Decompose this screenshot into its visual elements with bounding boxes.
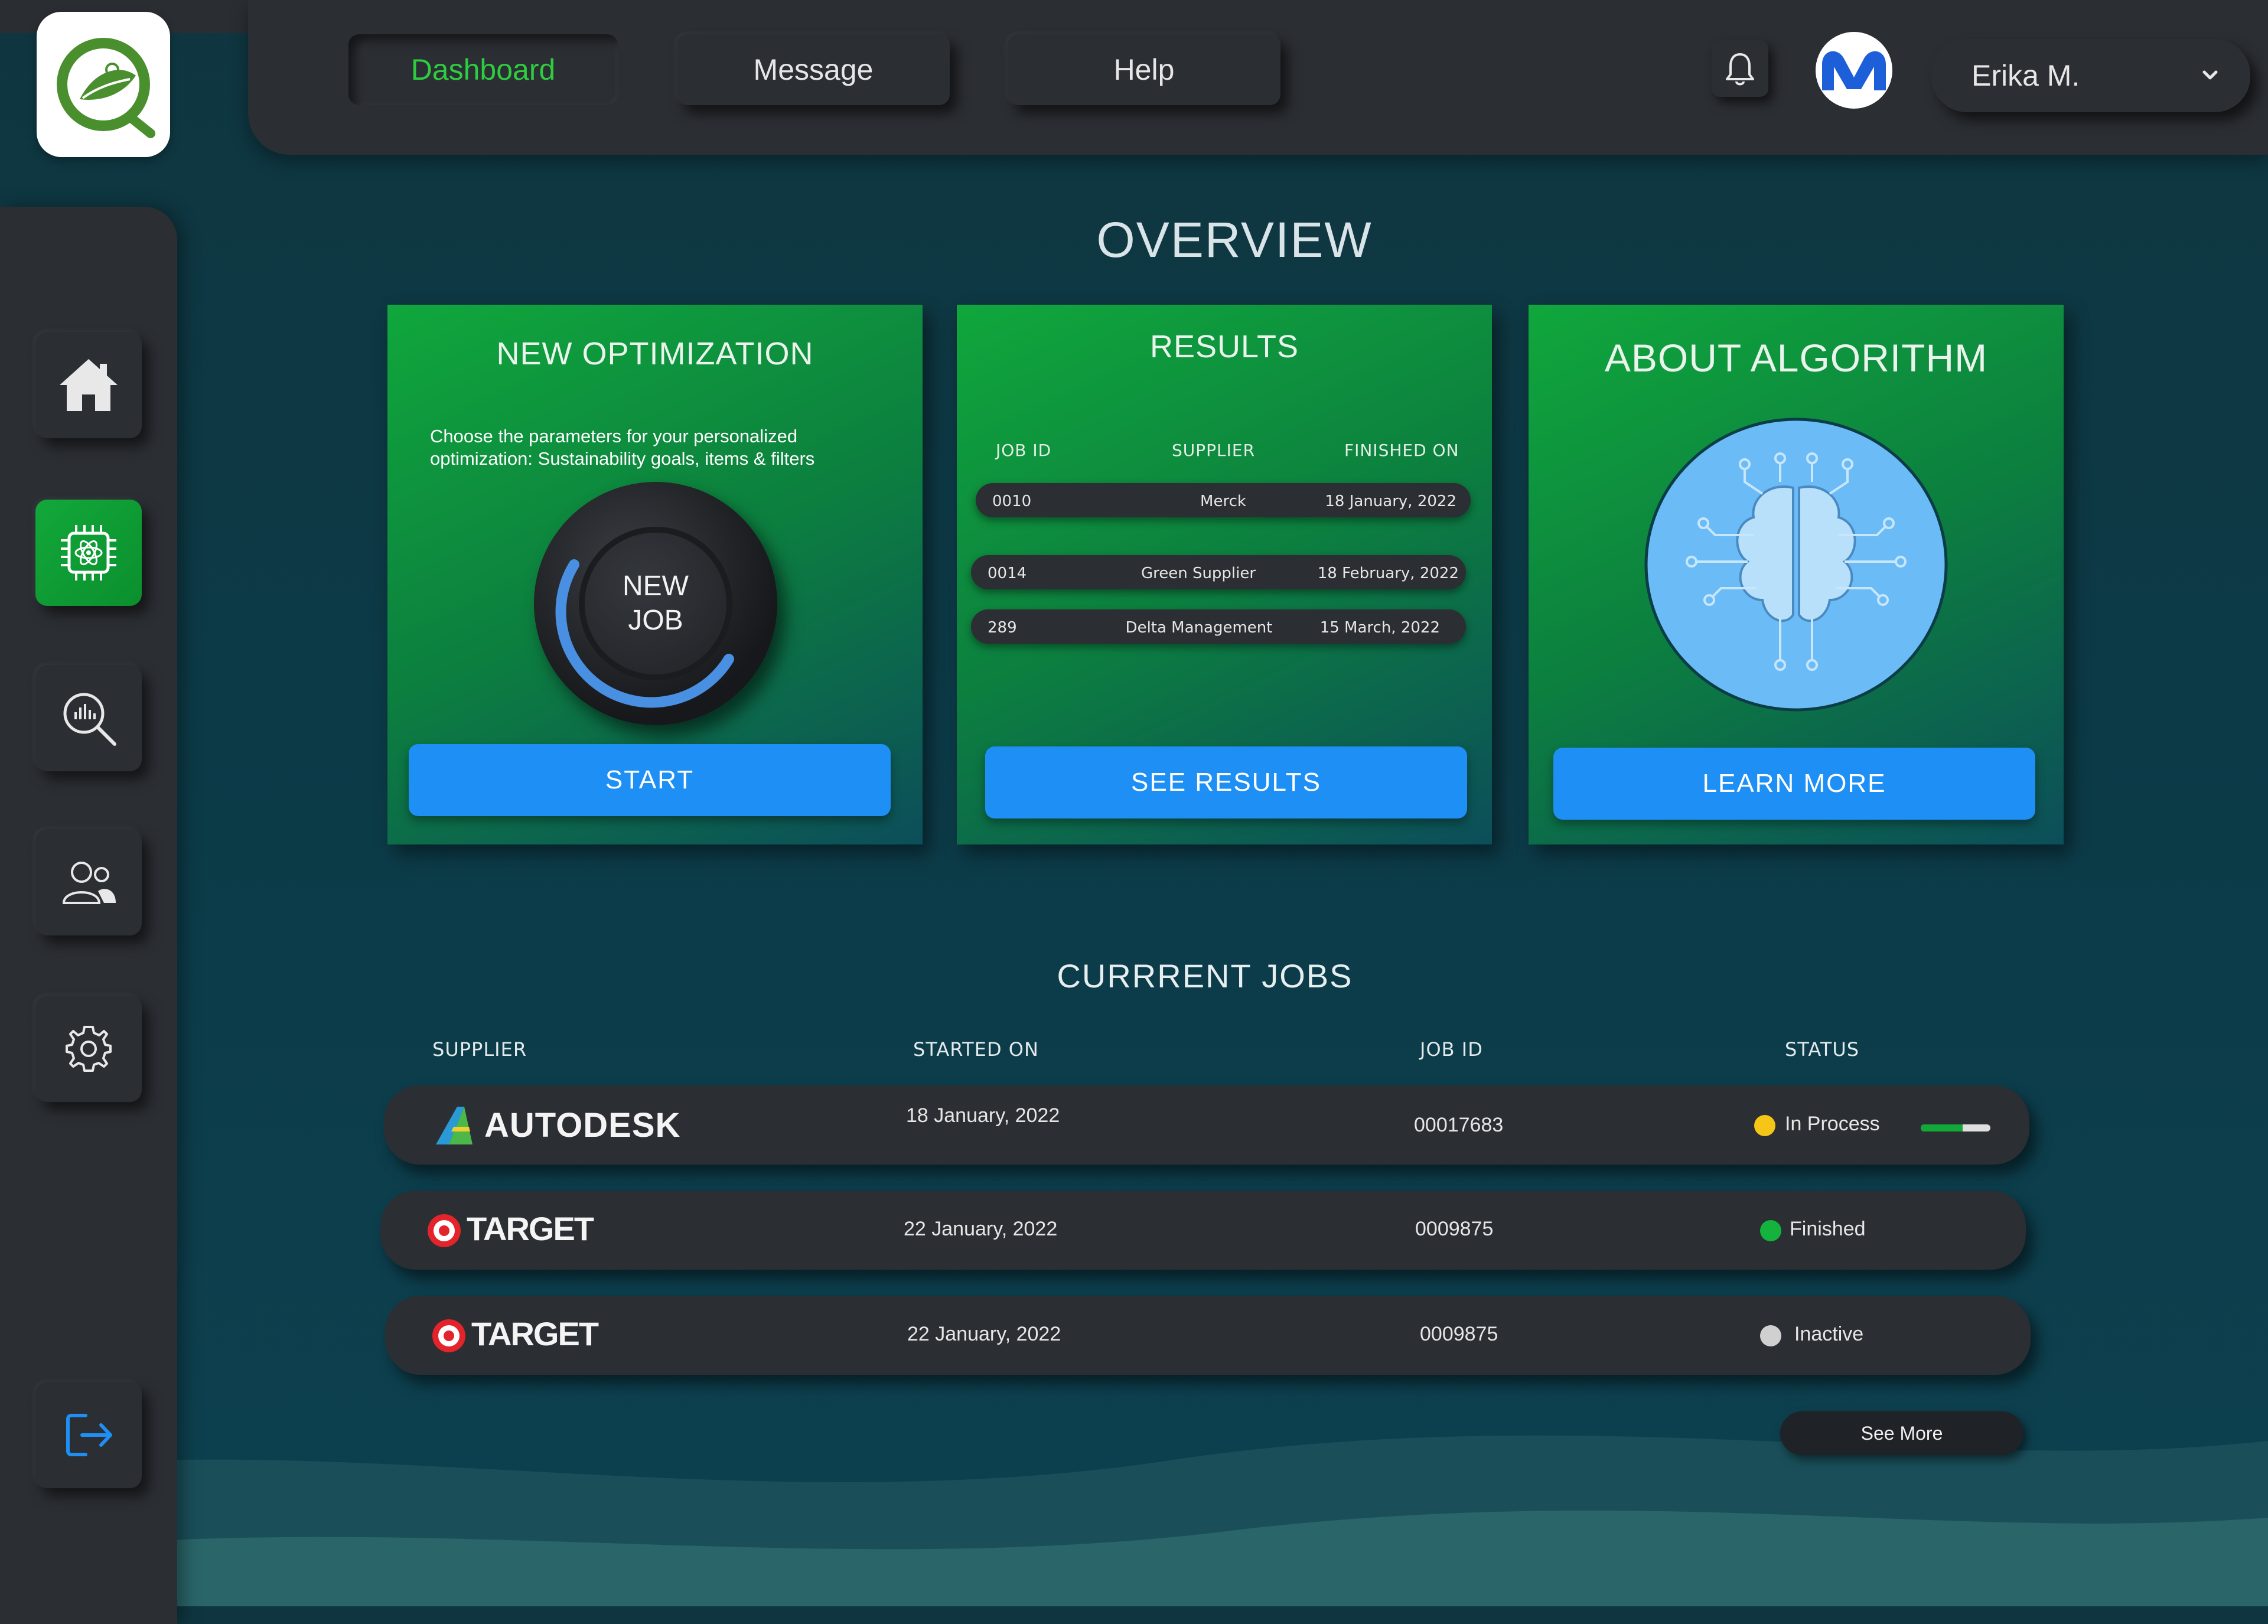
results-col-finished: FINISHED ON	[1344, 441, 1459, 460]
table-row[interactable]: TARGET 22 January, 2022 0009875 Inactive	[385, 1296, 2031, 1375]
sidebar-item-home[interactable]	[35, 332, 142, 438]
status-label: Finished	[1790, 1218, 1866, 1240]
sidebar-item-analytics[interactable]	[35, 665, 142, 771]
card-title: RESULTS	[1149, 329, 1299, 364]
results-col-supplier: SUPPLIER	[1172, 441, 1256, 460]
users-icon	[62, 862, 116, 904]
jobs-col-status: STATUS	[1785, 1038, 1860, 1061]
leaf-q-logo-icon	[57, 38, 155, 138]
m-logo	[1822, 51, 1886, 90]
tab-help[interactable]: Help	[1008, 34, 1280, 105]
card-title: NEW OPTIMIZATION	[496, 336, 814, 371]
progress-bar	[1921, 1124, 1990, 1131]
user-menu[interactable]: Erika M.	[1931, 39, 2250, 112]
card-description: Choose the parameters for your personali…	[430, 426, 815, 469]
avatar[interactable]	[1816, 32, 1892, 109]
started-on: 22 January, 2022	[907, 1323, 1061, 1345]
brain-circuit-icon	[1644, 418, 1948, 712]
started-on: 18 January, 2022	[906, 1104, 1060, 1127]
dial-label-line1: NEW	[623, 570, 689, 602]
job-id: 00017683	[1414, 1114, 1504, 1136]
progress-fill	[1921, 1124, 1963, 1131]
job-id: 0009875	[1415, 1218, 1494, 1240]
bell-icon	[1726, 53, 1754, 86]
sidebar-item-optimization[interactable]	[35, 500, 142, 606]
jobs-col-started: STARTED ON	[913, 1038, 1039, 1061]
ai-chip-icon	[61, 525, 116, 581]
supplier-name: AUTODESK	[484, 1106, 681, 1144]
results-row[interactable]: 0010 Merck 18 January, 2022	[976, 483, 1471, 517]
status-label: Inactive	[1794, 1323, 1864, 1345]
started-on: 22 January, 2022	[904, 1218, 1058, 1240]
logout-button[interactable]	[35, 1382, 142, 1488]
results-row[interactable]: 289 Delta Management 15 March, 2022	[971, 609, 1466, 644]
tab-message[interactable]: Message	[677, 34, 950, 105]
learn-more-button[interactable]: LEARN MORE	[1553, 748, 2035, 820]
jobs-col-jobid: JOB ID	[1420, 1038, 1483, 1061]
new-optimization-card: NEW OPTIMIZATION Choose the parameters f…	[387, 305, 923, 844]
tab-dashboard[interactable]: Dashboard	[348, 34, 618, 105]
job-id: 0009875	[1420, 1323, 1498, 1345]
gear-icon	[66, 1026, 112, 1072]
table-row[interactable]: AUTODESK 18 January, 2022 00017683 In Pr…	[384, 1085, 2029, 1165]
card-title: ABOUT ALGORITHM	[1604, 336, 1988, 380]
supplier-name: TARGET	[467, 1210, 594, 1247]
sidebar-item-settings[interactable]	[35, 996, 142, 1102]
autodesk-logo	[436, 1107, 472, 1144]
app-logo[interactable]	[37, 12, 170, 157]
section-title: CURRRENT JOBS	[1057, 957, 1353, 994]
about-algorithm-card: ABOUT ALGORITHM LEARN MORE	[1529, 305, 2064, 844]
results-card: RESULTS JOB ID SUPPLIER FINISHED ON 0010…	[957, 305, 1492, 844]
chevron-down-icon	[2202, 70, 2218, 80]
see-more-button[interactable]: See More	[1780, 1411, 2023, 1455]
supplier-name: TARGET	[471, 1315, 599, 1352]
table-row[interactable]: TARGET 22 January, 2022 0009875 Finished	[380, 1191, 2026, 1270]
jobs-col-supplier: SUPPLIER	[432, 1038, 527, 1061]
sidebar-item-users[interactable]	[35, 829, 142, 935]
new-job-dial[interactable]: NEW JOB	[534, 482, 777, 725]
target-logo-icon	[428, 1214, 461, 1247]
notifications-button[interactable]	[1712, 40, 1768, 97]
results-row[interactable]: 0014 Green Supplier 18 February, 2022	[971, 555, 1466, 589]
analytics-search-icon	[63, 693, 116, 746]
status-label: In Process	[1785, 1113, 1880, 1135]
logout-icon	[66, 1414, 112, 1456]
status-dot	[1760, 1220, 1781, 1241]
page-title: OVERVIEW	[1096, 212, 1373, 268]
status-dot	[1760, 1325, 1781, 1346]
results-col-jobid: JOB ID	[996, 441, 1052, 460]
dial-label-line2: JOB	[628, 605, 683, 636]
status-dot	[1754, 1115, 1775, 1136]
target-logo-icon	[432, 1319, 465, 1352]
home-icon	[60, 359, 118, 411]
see-results-button[interactable]: SEE RESULTS	[985, 746, 1467, 818]
start-button[interactable]: START	[409, 744, 891, 816]
user-name: Erika M.	[1972, 59, 2080, 92]
